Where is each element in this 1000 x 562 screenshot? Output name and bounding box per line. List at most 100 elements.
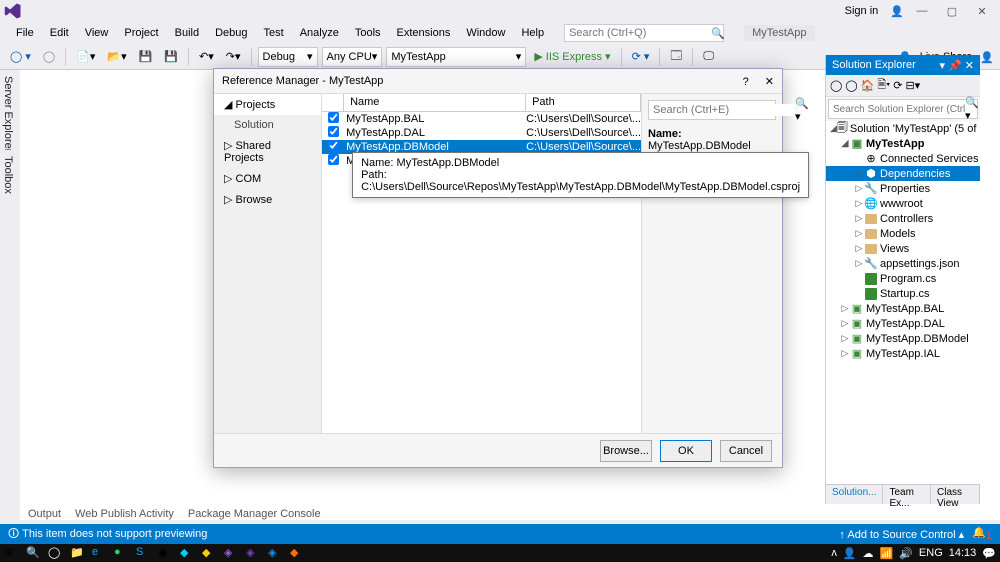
tray-lang[interactable]: ENG <box>919 547 943 559</box>
menu-help[interactable]: Help <box>513 24 552 42</box>
toolbox-tab[interactable]: Toolbox <box>0 150 16 200</box>
tab-team[interactable]: Team Ex... <box>883 485 931 504</box>
solution-search-input[interactable] <box>833 104 965 115</box>
connected-services-node[interactable]: ⊕Connected Services <box>826 151 980 166</box>
maximize-button[interactable]: ▢ <box>940 2 964 20</box>
back-icon[interactable]: ◯ <box>830 79 842 92</box>
tab-pmc[interactable]: Package Manager Console <box>188 508 321 520</box>
menu-tools[interactable]: Tools <box>347 24 389 42</box>
solution-search[interactable]: 🔍▾ <box>828 99 978 119</box>
nav-fwd-button[interactable]: ◯ <box>39 48 59 65</box>
cat-projects[interactable]: ◢ Projects <box>214 94 321 115</box>
open-button[interactable]: 📂▾ <box>103 48 130 65</box>
new-item-button[interactable]: 📄▾ <box>72 48 99 65</box>
nav-back-button[interactable]: ◯ ▾ <box>6 48 35 65</box>
menu-analyze[interactable]: Analyze <box>292 24 347 42</box>
user-icon[interactable]: 👤 <box>890 5 904 18</box>
project-dal-node[interactable]: ▷▣MyTestApp.DAL <box>826 316 980 331</box>
tray-time[interactable]: 14:13 <box>949 547 977 559</box>
col-name[interactable]: Name <box>344 94 526 111</box>
browse-button[interactable]: Browse... <box>600 440 652 462</box>
panel-dropdown-icon[interactable]: ▾ <box>940 59 946 72</box>
task-cortana-icon[interactable]: ◯ <box>48 546 62 560</box>
startup-dropdown[interactable]: MyTestApp▾ <box>386 47 526 67</box>
solution-tree[interactable]: ◢🗐Solution 'MyTestApp' (5 of 5 pro ◢▣MyT… <box>826 121 980 484</box>
task-search-icon[interactable]: 🔍 <box>26 546 40 560</box>
panel-close-icon[interactable]: ✕ <box>965 59 974 72</box>
task-edge-icon[interactable]: e <box>92 546 106 560</box>
notifications-icon[interactable]: 🔔1 <box>972 526 992 542</box>
task-vscode-icon[interactable]: ◈ <box>268 546 282 560</box>
check-dbmodel[interactable] <box>328 140 339 151</box>
views-node[interactable]: ▷Views <box>826 241 980 256</box>
task-skype-icon[interactable]: S <box>136 546 150 560</box>
project-node[interactable]: ◢▣MyTestApp <box>826 136 980 151</box>
appsettings-node[interactable]: ▷🔧appsettings.json <box>826 256 980 271</box>
refresh-button[interactable]: ⟳ ▾ <box>628 48 654 65</box>
fwd-icon[interactable]: ◯ <box>845 79 857 92</box>
quicklaunch-search[interactable]: 🔍 <box>564 24 724 42</box>
row-bal[interactable]: MyTestApp.BALC:\Users\Dell\Source\... <box>322 112 641 126</box>
tray-notifications-icon[interactable]: 💬 <box>982 547 996 560</box>
menu-project[interactable]: Project <box>116 24 166 42</box>
dependencies-node[interactable]: ▷⬢Dependencies <box>826 166 980 181</box>
panel-pin-icon[interactable]: 📌 <box>948 59 962 72</box>
menu-debug[interactable]: Debug <box>207 24 255 42</box>
tray-volume-icon[interactable]: 🔊 <box>899 547 913 560</box>
models-node[interactable]: ▷Models <box>826 226 980 241</box>
cat-com[interactable]: ▷ COM <box>214 168 321 189</box>
feedback-icon[interactable]: 👤 <box>980 51 994 64</box>
tray-onedrive-icon[interactable]: ☁ <box>863 547 874 560</box>
start-icon[interactable]: ⊞ <box>4 546 18 560</box>
controllers-node[interactable]: ▷Controllers <box>826 211 980 226</box>
sync-icon[interactable]: 🗎▾ <box>877 76 890 95</box>
startup-node[interactable]: Startup.cs <box>826 286 980 301</box>
cat-browse[interactable]: ▷ Browse <box>214 189 321 210</box>
solution-node[interactable]: ◢🗐Solution 'MyTestApp' (5 of 5 pro <box>826 121 980 136</box>
check-ial[interactable] <box>328 154 339 165</box>
signin-link[interactable]: Sign in <box>839 3 885 19</box>
row-dal[interactable]: MyTestApp.DALC:\Users\Dell\Source\... <box>322 126 641 140</box>
saveall-button[interactable]: 💾 <box>160 48 182 65</box>
menu-window[interactable]: Window <box>458 24 513 42</box>
wwwroot-node[interactable]: ▷🌐wwwroot <box>826 196 980 211</box>
menu-edit[interactable]: Edit <box>42 24 77 42</box>
refresh-icon[interactable]: ⟳ <box>893 79 902 92</box>
browse-button[interactable]: 🗔 <box>666 45 686 68</box>
cancel-button[interactable]: Cancel <box>720 440 772 462</box>
tab-solution[interactable]: Solution... <box>826 485 883 504</box>
task-vs2-icon[interactable]: ◈ <box>246 546 260 560</box>
task-app3-icon[interactable]: ◆ <box>290 546 304 560</box>
tab-output[interactable]: Output <box>28 508 61 520</box>
task-vs-icon[interactable]: ◈ <box>224 546 238 560</box>
add-source-control[interactable]: ↑ Add to Source Control ▴ <box>839 528 964 541</box>
task-explorer-icon[interactable]: 📁 <box>70 546 84 560</box>
collapse-icon[interactable]: ⊟▾ <box>905 79 920 92</box>
solution-explorer-header[interactable]: Solution Explorer ▾📌✕ <box>826 55 980 75</box>
close-button[interactable]: ✕ <box>970 2 994 20</box>
config-dropdown[interactable]: Debug▾ <box>258 47 318 67</box>
undo-button[interactable]: ↶▾ <box>195 48 218 65</box>
redo-button[interactable]: ↷▾ <box>222 48 245 65</box>
menu-file[interactable]: File <box>8 24 42 42</box>
col-check[interactable] <box>322 94 344 111</box>
help-icon[interactable]: ? <box>743 76 749 88</box>
menu-build[interactable]: Build <box>167 24 207 42</box>
tray-network-icon[interactable]: 📶 <box>880 547 894 560</box>
run-button[interactable]: ▶ IIS Express ▾ <box>530 48 614 65</box>
tab-classview[interactable]: Class View <box>931 485 980 504</box>
menu-extensions[interactable]: Extensions <box>389 24 459 42</box>
check-bal[interactable] <box>328 112 339 123</box>
save-button[interactable]: 💾 <box>135 48 157 65</box>
minimize-button[interactable]: — <box>910 2 934 20</box>
program-node[interactable]: Program.cs <box>826 271 980 286</box>
tray-chevron-icon[interactable]: ʌ <box>831 547 837 559</box>
dialog-search-input[interactable] <box>653 104 795 116</box>
dialog-titlebar[interactable]: Reference Manager - MyTestApp ?✕ <box>214 69 782 93</box>
tray-people-icon[interactable]: 👤 <box>843 547 857 560</box>
quicklaunch-input[interactable] <box>569 27 711 39</box>
ok-button[interactable]: OK <box>660 440 712 462</box>
task-chrome-icon[interactable]: ◉ <box>158 546 172 560</box>
menu-view[interactable]: View <box>77 24 117 42</box>
task-whatsapp-icon[interactable]: ● <box>114 546 128 560</box>
